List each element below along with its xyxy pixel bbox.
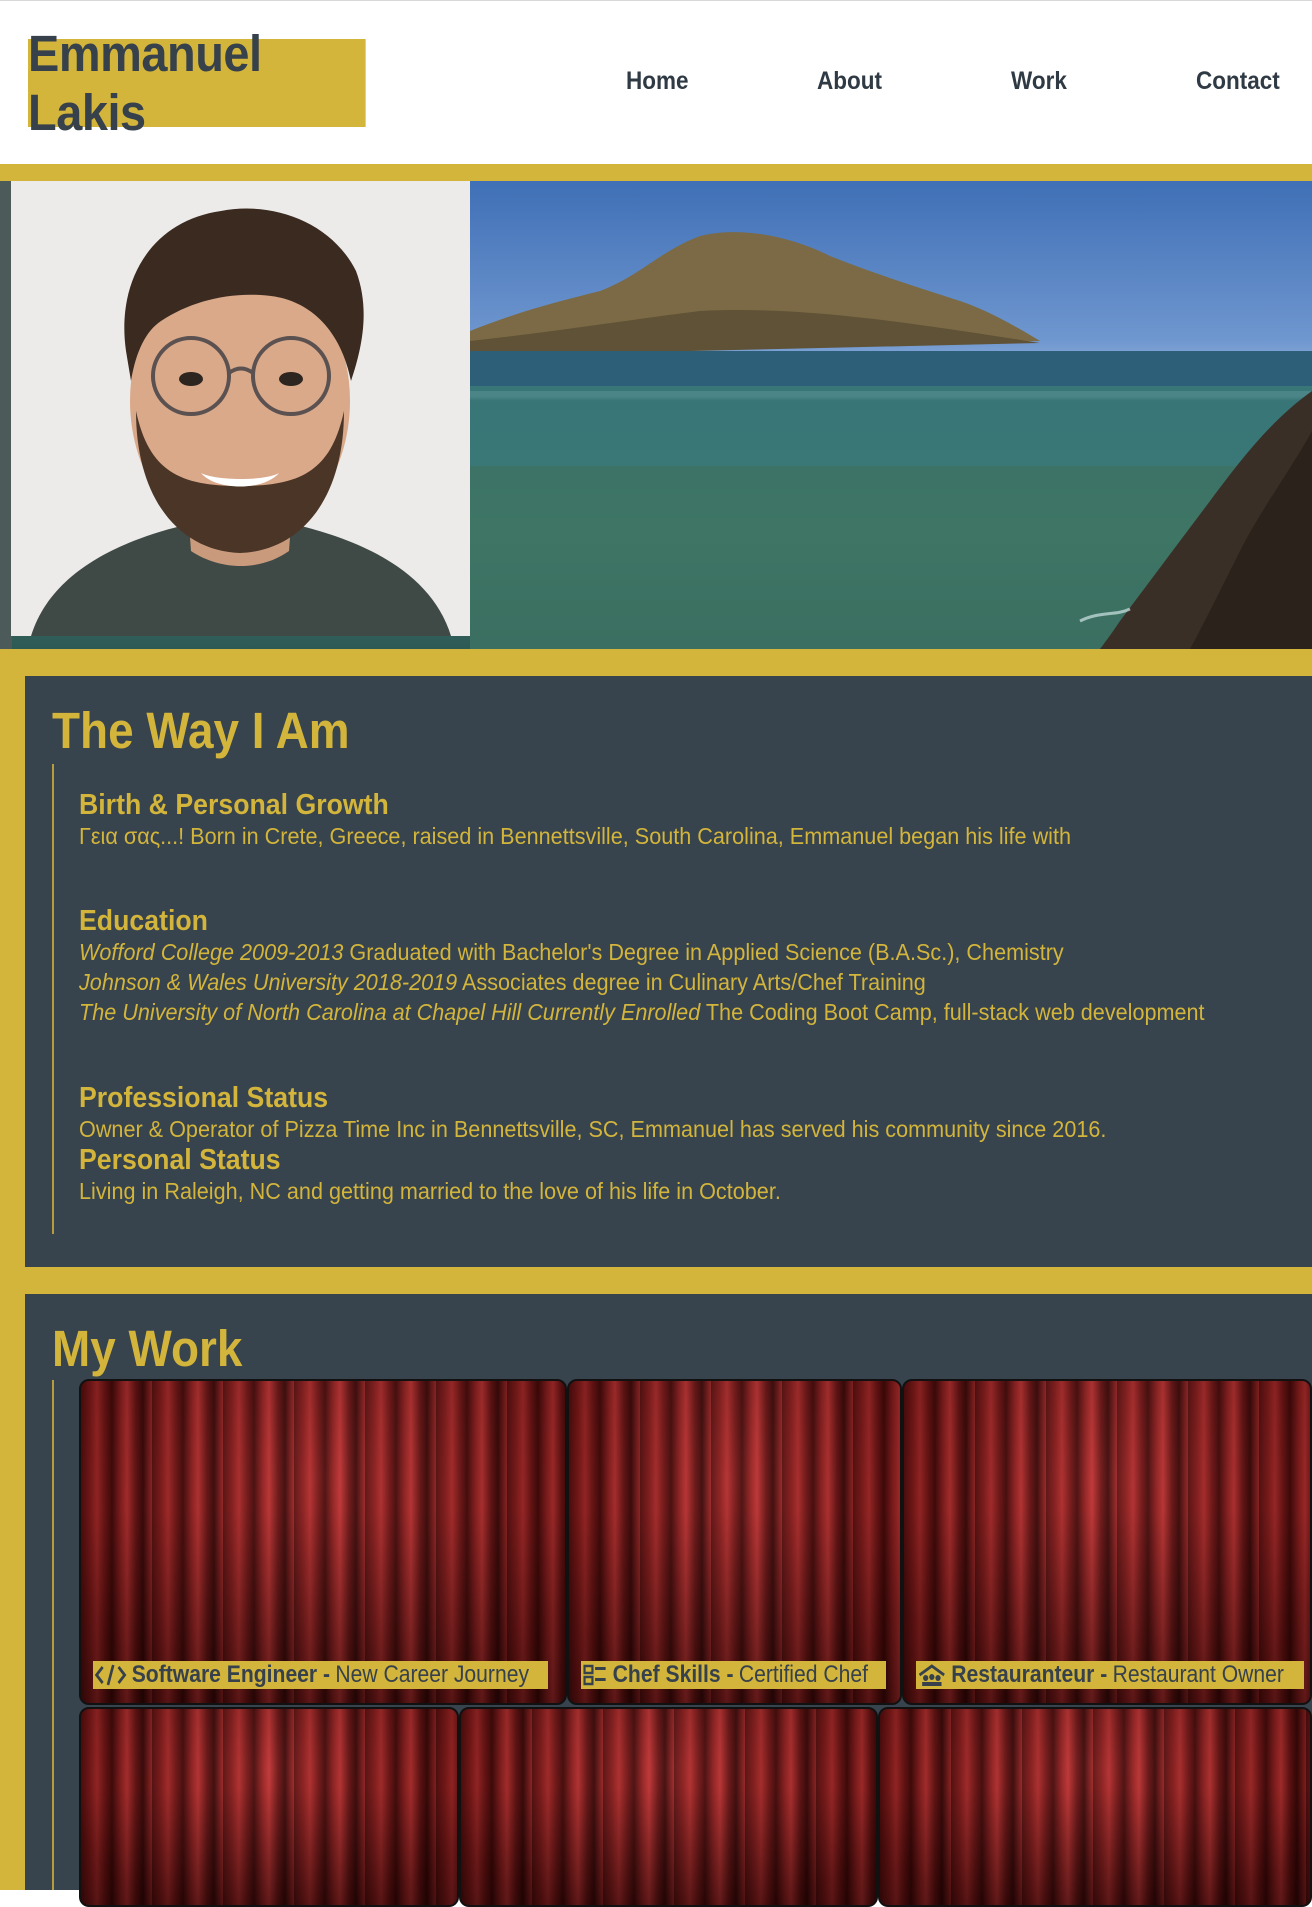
work-card-restaurant[interactable]: Restauranteur - Restaurant Owner — [902, 1379, 1312, 1705]
hero-divider — [0, 649, 1312, 676]
education-detail: Graduated with Bachelor's Degree in Appl… — [343, 939, 1064, 965]
education-school: Johnson & Wales University 2018-2019 — [79, 969, 458, 995]
status-block: Professional Status Owner & Operator of … — [79, 1082, 1106, 1206]
portrait-illustration — [11, 181, 470, 636]
professional-text: Owner & Operator of Pizza Time Inc in Be… — [79, 1116, 1107, 1142]
education-item: The University of North Carolina at Chap… — [79, 997, 1205, 1027]
restaurant-icon — [918, 1664, 945, 1686]
profile-portrait — [11, 181, 470, 636]
about-rule — [52, 764, 54, 1234]
work-rule — [52, 1380, 54, 1890]
about-divider — [0, 1267, 1312, 1294]
work-card-chef[interactable]: Chef Skills - Certified Chef — [567, 1379, 902, 1705]
site-logo[interactable]: Emmanuel Lakis — [28, 25, 366, 141]
card-title: Chef Skills - — [612, 1661, 734, 1688]
card-title: Software Engineer - — [131, 1661, 331, 1688]
work-title: My Work — [52, 1320, 243, 1377]
card-label: Restauranteur - Restaurant Owner — [916, 1661, 1304, 1689]
education-detail: The Coding Boot Camp, full-stack web dev… — [700, 999, 1205, 1025]
card-label: Chef Skills - Certified Chef — [581, 1661, 886, 1689]
about-left-border — [0, 676, 25, 1267]
education-item: Johnson & Wales University 2018-2019 Ass… — [79, 967, 1205, 997]
education-heading: Education — [79, 905, 208, 937]
code-icon — [94, 1664, 127, 1686]
work-card[interactable] — [459, 1707, 878, 1907]
personal-text: Living in Raleigh, NC and getting marrie… — [79, 1178, 781, 1204]
card-label: Software Engineer - New Career Journey — [93, 1661, 548, 1689]
nav-about[interactable]: About — [817, 67, 882, 96]
about-section: The Way I Am Birth & Personal Growth Γει… — [25, 676, 1312, 1267]
personal-heading: Personal Status — [79, 1144, 281, 1176]
site-header: Emmanuel Lakis Home About Work Contact — [0, 0, 1312, 164]
work-card[interactable] — [878, 1707, 1312, 1907]
work-section: My Work Software Engineer - New Career J… — [25, 1294, 1312, 1907]
birth-block: Birth & Personal Growth Γεια σας...! Bor… — [79, 789, 1071, 851]
work-card-software[interactable]: Software Engineer - New Career Journey — [79, 1379, 567, 1705]
education-school: Wofford College 2009-2013 — [79, 939, 344, 965]
card-subtitle: New Career Journey — [335, 1661, 530, 1688]
card-subtitle: Certified Chef — [738, 1661, 868, 1688]
education-school: The University of North Carolina at Chap… — [79, 999, 701, 1025]
header-divider — [0, 164, 1312, 181]
nav-work[interactable]: Work — [1011, 67, 1067, 96]
education-detail: Associates degree in Culinary Arts/Chef … — [457, 969, 926, 995]
education-item: Wofford College 2009-2013 Graduated with… — [79, 937, 1205, 967]
birth-heading: Birth & Personal Growth — [79, 789, 389, 821]
work-card[interactable] — [79, 1707, 459, 1907]
chef-skills-icon — [583, 1664, 606, 1686]
work-left-border — [0, 1294, 25, 1890]
professional-heading: Professional Status — [79, 1082, 329, 1114]
birth-text: Γεια σας...! Born in Crete, Greece, rais… — [79, 823, 1072, 849]
education-block: Education Wofford College 2009-2013 Grad… — [79, 905, 1205, 1027]
card-title: Restauranteur - — [951, 1661, 1108, 1688]
nav-contact[interactable]: Contact — [1196, 67, 1280, 96]
nav-home[interactable]: Home — [626, 67, 689, 96]
card-subtitle: Restaurant Owner — [1112, 1661, 1284, 1688]
about-title: The Way I Am — [52, 702, 350, 759]
